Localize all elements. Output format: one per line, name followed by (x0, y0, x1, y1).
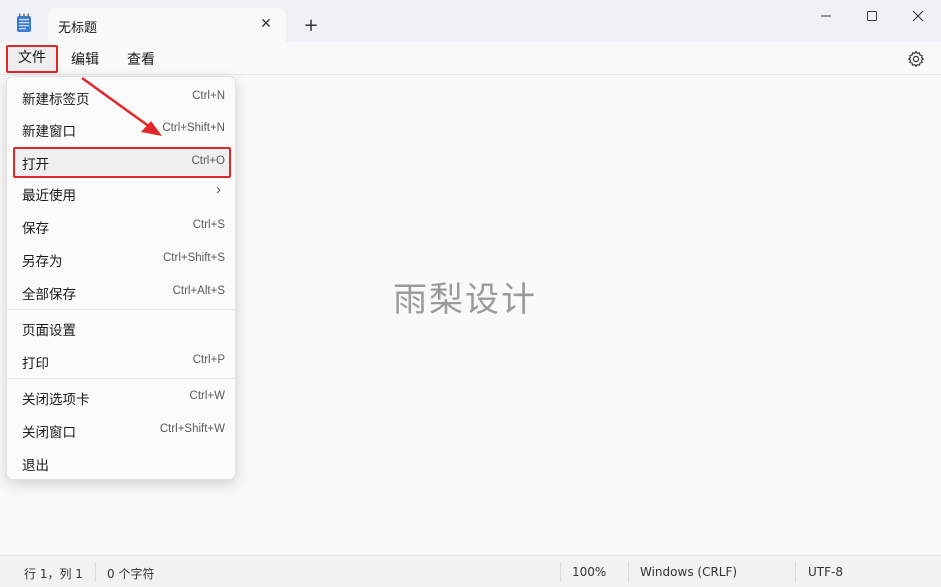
menu-item-shortcut: Ctrl+Alt+S (172, 285, 225, 297)
status-separator (795, 562, 796, 582)
notepad-app-icon (17, 13, 31, 32)
menu-item-label: 打开 (22, 157, 49, 173)
menu-item-shortcut: Ctrl+O (191, 155, 225, 167)
menu-item-shortcut: Ctrl+Shift+N (162, 122, 225, 134)
menu-item-shortcut: Ctrl+S (192, 219, 225, 231)
menu-separator (7, 309, 235, 310)
tab-untitled[interactable]: 无标题 ✕ (48, 8, 286, 42)
menu-item-label: 另存为 (22, 254, 63, 270)
menu-separator (7, 378, 235, 379)
new-tab-icon[interactable]: + (300, 15, 322, 37)
menu-item-recent[interactable]: 最近使用 › (11, 177, 233, 209)
menu-item-page-setup[interactable]: 页面设置 (11, 312, 233, 344)
menu-item-save[interactable]: 保存 Ctrl+S (11, 210, 233, 242)
tab-close-icon[interactable]: ✕ (255, 13, 277, 35)
menu-file[interactable]: 文件 (6, 45, 58, 73)
menu-item-label: 保存 (22, 221, 49, 237)
title-bar: 无标题 ✕ + (0, 0, 941, 42)
gear-icon[interactable] (907, 50, 925, 68)
menu-item-shortcut: Ctrl+N (192, 90, 225, 102)
tab-title: 无标题 (58, 21, 98, 36)
menu-item-label: 新建标签页 (22, 92, 90, 108)
char-count: 0 个字符 (107, 567, 155, 581)
menu-item-print[interactable]: 打印 Ctrl+P (11, 345, 233, 377)
menu-item-shortcut: Ctrl+Shift+S (163, 252, 225, 264)
menu-item-shortcut: Ctrl+Shift+W (159, 423, 225, 435)
status-separator (628, 562, 629, 582)
maximize-button[interactable] (849, 4, 895, 28)
chevron-right-icon: › (216, 181, 221, 198)
status-bar: 行 1，列 1 0 个字符 100% Windows (CRLF) UTF-8 (0, 555, 941, 587)
minimize-button[interactable] (803, 4, 849, 28)
menu-item-label: 关闭选项卡 (22, 392, 90, 408)
menu-item-label: 页面设置 (22, 323, 76, 339)
menu-item-label: 打印 (22, 356, 49, 372)
menu-item-new-window[interactable]: 新建窗口 Ctrl+Shift+N (11, 113, 233, 145)
menu-item-open[interactable]: 打开 Ctrl+O (11, 146, 233, 178)
menu-item-new-tab[interactable]: 新建标签页 Ctrl+N (11, 81, 233, 113)
close-window-button[interactable] (895, 4, 941, 28)
menu-item-label: 全部保存 (22, 287, 76, 303)
minimize-icon (821, 15, 831, 17)
menu-item-label: 关闭窗口 (22, 425, 76, 441)
status-separator (95, 562, 96, 582)
menu-view[interactable]: 查看 (127, 50, 155, 72)
menu-item-save-as[interactable]: 另存为 Ctrl+Shift+S (11, 243, 233, 275)
menu-item-shortcut: Ctrl+W (189, 390, 225, 402)
menu-item-close-window[interactable]: 关闭窗口 Ctrl+Shift+W (11, 414, 233, 446)
menu-item-save-all[interactable]: 全部保存 Ctrl+Alt+S (11, 276, 233, 308)
menu-item-label: 退出 (22, 458, 49, 474)
menu-item-label: 新建窗口 (22, 124, 76, 140)
menu-item-label: 最近使用 (22, 188, 76, 204)
watermark-text: 雨梨设计 (393, 280, 537, 320)
encoding[interactable]: UTF-8 (808, 565, 843, 579)
menu-item-shortcut: Ctrl+P (192, 354, 225, 366)
menu-item-close-tab[interactable]: 关闭选项卡 Ctrl+W (11, 381, 233, 413)
line-ending[interactable]: Windows (CRLF) (640, 565, 737, 579)
cursor-position: 行 1，列 1 (24, 567, 83, 581)
close-icon (912, 10, 924, 22)
maximize-icon (867, 11, 877, 21)
file-menu-dropdown: 新建标签页 Ctrl+N 新建窗口 Ctrl+Shift+N 打开 Ctrl+O… (6, 76, 236, 480)
menu-item-exit[interactable]: 退出 (11, 447, 233, 479)
menu-edit[interactable]: 编辑 (71, 50, 99, 72)
status-separator (560, 562, 561, 582)
zoom-level[interactable]: 100% (572, 565, 606, 579)
